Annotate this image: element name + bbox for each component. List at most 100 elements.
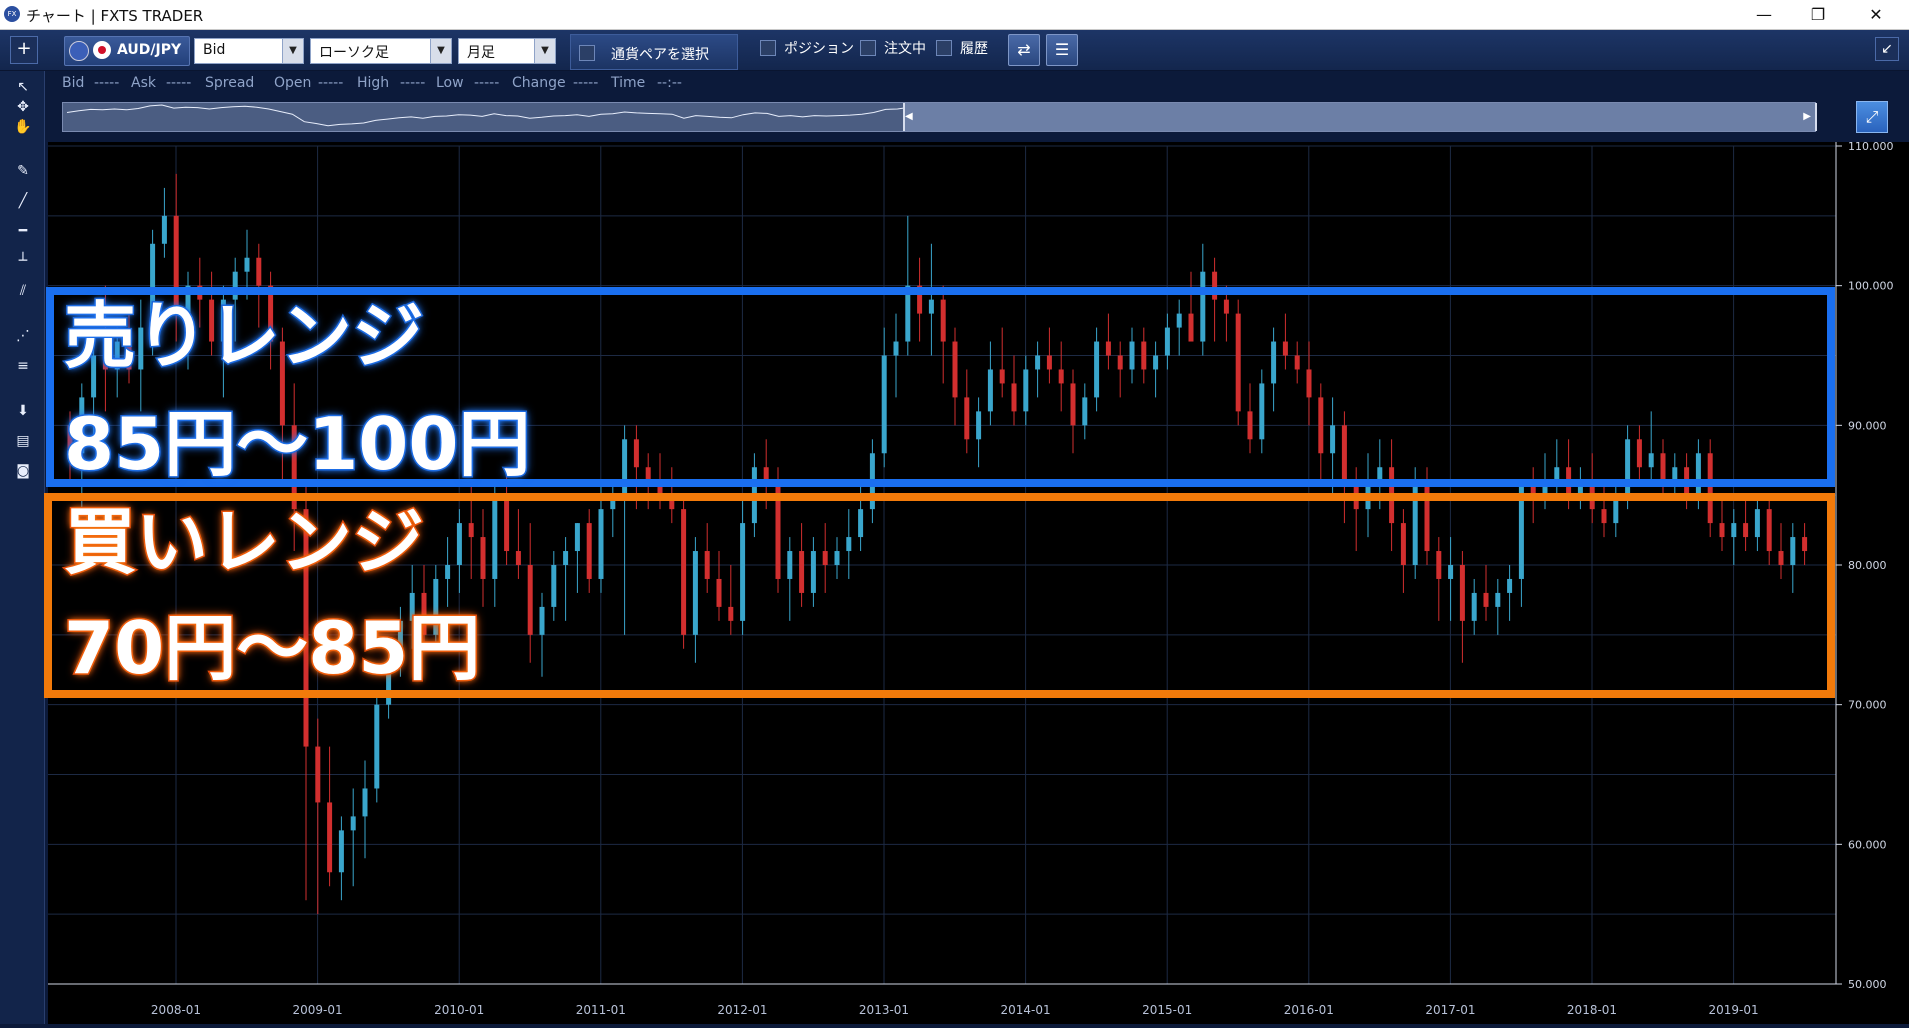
history-toggle[interactable]: 履歴 (936, 38, 988, 58)
drawing-tools-sidebar: ↖ ✥ ✋ ✎ ╱ ━ ┴ ⫽ ⋰ ≡ ⬇ ▤ ◙ (0, 71, 45, 1024)
change-label: Change (512, 75, 566, 91)
pair-select-button[interactable]: 通貨ペアを選択 (570, 34, 738, 70)
aud-flag-icon (69, 41, 89, 61)
orders-label: 注文中 (884, 41, 926, 57)
orders-toggle[interactable]: 注文中 (860, 38, 926, 58)
currency-pair-label: AUD/JPY (117, 42, 182, 58)
bid-label: Bid (62, 75, 85, 91)
sell-range-title: 売りレンジ (62, 294, 425, 378)
add-chart-button[interactable]: + (10, 36, 38, 64)
change-value: ----- (573, 75, 599, 91)
window-title-bar: FX チャート | FXTS TRADER — ❐ ✕ (0, 0, 1909, 30)
y-tick-label: 70.000 (1848, 699, 1887, 712)
low-value: ----- (474, 75, 500, 91)
ask-value: ----- (166, 75, 192, 91)
candle-body (374, 704, 380, 789)
jpy-flag-icon (93, 41, 111, 59)
chevron-down-icon: ▼ (282, 39, 303, 63)
app-icon: FX (4, 6, 20, 22)
candle-body (315, 746, 321, 803)
chart-list-icon[interactable]: ☰ (1046, 34, 1078, 66)
candle-body (256, 257, 262, 286)
x-tick-label: 2017-01 (1425, 1003, 1475, 1017)
candle-body (327, 802, 333, 873)
spread-label: Spread (205, 75, 255, 91)
chart-type-value: ローソク足 (319, 45, 389, 61)
candle-body (362, 788, 368, 817)
history-checkbox[interactable] (936, 40, 952, 56)
pair-select-checkbox[interactable] (579, 45, 595, 61)
position-toggle[interactable]: ポジション (760, 38, 854, 58)
buy-range-title: 買いレンジ (62, 500, 425, 584)
cursor-icon[interactable]: ↖ (12, 77, 34, 97)
candle-body (350, 816, 356, 831)
x-tick-label: 2008-01 (151, 1003, 201, 1017)
camera-icon[interactable]: ◙ (12, 461, 34, 481)
open-value: ----- (318, 75, 344, 91)
x-tick-label: 2016-01 (1284, 1003, 1334, 1017)
window-icon[interactable]: ▤ (12, 431, 34, 451)
pair-select-label: 通貨ペアを選択 (611, 47, 709, 63)
navigator-right-handle-icon[interactable]: ▶ (1803, 111, 1811, 122)
timeframe-select[interactable]: 月足 ▼ (458, 38, 556, 64)
x-tick-label: 2010-01 (434, 1003, 484, 1017)
position-checkbox[interactable] (760, 40, 776, 56)
x-tick-label: 2019-01 (1709, 1003, 1759, 1017)
price-type-value: Bid (203, 42, 226, 58)
low-label: Low (436, 75, 464, 91)
price-info-bar: Bid ----- Ask ----- Spread Open ----- Hi… (45, 71, 1909, 97)
x-tick-label: 2014-01 (1001, 1003, 1051, 1017)
minimize-button[interactable]: — (1737, 0, 1791, 29)
close-button[interactable]: ✕ (1849, 0, 1903, 29)
hand-icon[interactable]: ✋ (12, 117, 34, 137)
buy-range-value: 70円～85円 (62, 606, 481, 690)
collapse-icon[interactable]: ↙ (1875, 37, 1899, 61)
trendline-icon[interactable]: ╱ (12, 191, 34, 211)
x-tick-label: 2018-01 (1567, 1003, 1617, 1017)
download-icon[interactable]: ⬇ (12, 401, 34, 421)
history-label: 履歴 (960, 41, 988, 57)
timeframe-value: 月足 (467, 45, 495, 61)
orders-checkbox[interactable] (860, 40, 876, 56)
vertical-line-icon[interactable]: ┴ (12, 251, 34, 271)
candle-body (244, 257, 250, 272)
x-tick-label: 2009-01 (293, 1003, 343, 1017)
chart-type-select[interactable]: ローソク足 ▼ (310, 38, 452, 64)
y-tick-label: 100.000 (1848, 280, 1894, 293)
time-value: --:-- (657, 75, 682, 91)
candle-body (338, 830, 344, 873)
open-label: Open (274, 75, 312, 91)
x-tick-label: 2011-01 (576, 1003, 626, 1017)
navigator-window[interactable] (903, 103, 1817, 131)
y-tick-label: 80.000 (1848, 559, 1887, 572)
x-tick-label: 2012-01 (717, 1003, 767, 1017)
price-type-select[interactable]: Bid ▼ (194, 38, 304, 64)
currency-pair-button[interactable]: AUD/JPY (64, 36, 190, 66)
candle-body (161, 215, 167, 244)
time-label: Time (611, 75, 646, 91)
high-value: ----- (400, 75, 426, 91)
y-tick-label: 90.000 (1848, 419, 1887, 432)
y-tick-label: 50.000 (1848, 978, 1887, 991)
high-label: High (357, 75, 390, 91)
x-tick-label: 2013-01 (859, 1003, 909, 1017)
horizontal-line-icon[interactable]: ━ (12, 221, 34, 241)
y-tick-label: 60.000 (1848, 838, 1887, 851)
fan-icon[interactable]: ⋰ (12, 326, 34, 346)
chart-refresh-icon[interactable]: ⇄ (1008, 34, 1040, 66)
navigator-left-handle-icon[interactable]: ◀ (905, 111, 913, 122)
chart-navigator[interactable]: ◀ ▶ (62, 102, 1817, 132)
bid-value: ----- (94, 75, 120, 91)
chevron-down-icon: ▼ (430, 39, 451, 63)
fibonacci-icon[interactable]: ≡ (12, 356, 34, 376)
chevron-down-icon: ▼ (534, 39, 555, 63)
crosshair-icon[interactable]: ✥ (12, 97, 34, 117)
ask-label: Ask (131, 75, 156, 91)
restore-button[interactable]: ❐ (1791, 0, 1845, 29)
parallel-lines-icon[interactable]: ⫽ (12, 281, 34, 301)
expand-icon[interactable]: ⤢ (1856, 101, 1888, 133)
window-title: チャート | FXTS TRADER (26, 7, 204, 25)
y-tick-label: 110.000 (1848, 142, 1894, 153)
pencil-icon[interactable]: ✎ (12, 161, 34, 181)
sell-range-value: 85円～100円 (63, 402, 532, 486)
